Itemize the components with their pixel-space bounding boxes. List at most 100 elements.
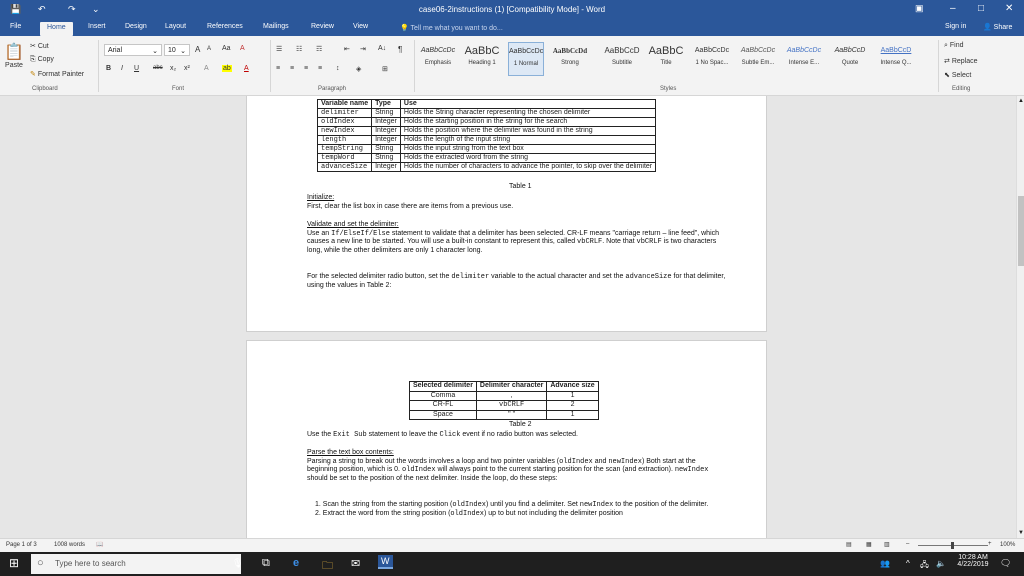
table-row: Space " " 1 [409,409,599,420]
volume-icon[interactable]: 🔈 [936,559,946,568]
table-header-row: Selected delimiter Delimiter character A… [409,381,599,392]
style-quote[interactable]: AaBbCcD Quote [832,42,868,76]
document-page-1[interactable]: Variable name Type Use delimiter String Ho… [246,96,767,332]
notifications-icon[interactable]: 🗨 [1000,558,1011,569]
bullets-icon[interactable]: ☰ [276,45,282,53]
style-subtle-emphasis[interactable]: AaBbCcDc Subtle Em... [740,42,776,76]
ribbon-divider [414,40,415,92]
grow-font-icon[interactable]: A [195,45,200,54]
file-explorer-icon[interactable]: 🗀 [322,557,333,576]
tab-view[interactable]: View [353,23,368,30]
chevron-up-icon[interactable]: ^ [906,559,910,568]
text-effects-icon[interactable]: A [204,65,209,72]
windows-start-icon[interactable]: ⊞ [9,556,19,570]
ribbon-display-icon[interactable]: ▣ [915,3,924,14]
close-button[interactable]: ✕ [1005,3,1013,14]
document-page-2[interactable]: Selected delimiter Delimiter character A… [246,340,767,538]
underline-button[interactable]: U [134,65,139,72]
web-layout-icon[interactable]: ▥ [884,541,890,548]
style-emphasis[interactable]: AaBbCcDc Emphasis [420,42,456,76]
scroll-down-icon[interactable]: ▼ [1018,530,1024,536]
font-name-select[interactable]: Arial ⌄ [104,44,162,56]
tab-design[interactable]: Design [125,23,147,30]
line-spacing-icon[interactable]: ↕ [336,65,340,72]
borders-icon[interactable]: ⊞ [382,65,388,73]
format-painter-button[interactable]: ✎ Format Painter [30,70,84,78]
align-left-icon[interactable]: ≡ [276,65,280,72]
font-size-select[interactable]: 10 ⌄ [164,44,190,56]
change-case-icon[interactable]: Aa [222,45,231,52]
style-subtitle[interactable]: AaBbCcD Subtitle [604,42,640,76]
tab-home[interactable]: Home [40,22,73,36]
task-view-icon[interactable]: ⧉ [262,557,270,570]
style-strong[interactable]: AaBbCcDd Strong [552,42,588,76]
zoom-slider[interactable] [918,542,988,549]
style-no-spacing[interactable]: AaBbCcDc 1 No Spac... [694,42,730,76]
font-color-icon[interactable]: A [244,65,249,72]
style-normal[interactable]: AaBbCcDc 1 Normal [508,42,544,76]
highlight-icon[interactable]: ab [222,65,232,72]
taskbar-search-box[interactable]: ○ Type here to search [31,554,241,574]
italic-button[interactable]: I [121,65,123,72]
tab-review[interactable]: Review [311,23,334,30]
bold-button[interactable]: B [106,65,111,72]
microphone-icon[interactable]: 🎙 [232,558,243,569]
tab-layout[interactable]: Layout [165,23,186,30]
numbering-icon[interactable]: ☷ [296,45,302,53]
justify-icon[interactable]: ≡ [318,65,322,72]
style-title[interactable]: AaBbC Title [648,42,684,76]
word-app-icon[interactable]: W [378,555,393,569]
decrease-indent-icon[interactable]: ⇤ [344,45,350,53]
zoom-out-icon[interactable]: – [906,541,909,547]
vertical-scrollbar[interactable]: ▲ ▼ [1016,96,1024,538]
maximize-button[interactable]: □ [978,3,984,14]
shading-icon[interactable]: ◈ [356,65,361,73]
tab-references[interactable]: References [207,23,243,30]
find-button[interactable]: ⌕ Find [944,42,964,50]
style-intense-quote[interactable]: AaBbCcD Intense Q... [878,42,914,76]
copy-button[interactable]: ⎘ Copy [30,56,54,64]
word-count[interactable]: 1008 words [54,542,85,548]
zoom-in-icon[interactable]: + [988,541,992,547]
edge-icon[interactable]: e [293,557,299,569]
sort-icon[interactable]: A↓ [378,45,386,52]
ribbon-divider [938,40,939,92]
print-layout-icon[interactable]: ▦ [866,541,872,548]
increase-indent-icon[interactable]: ⇥ [360,45,366,53]
mail-icon[interactable]: ✉ [351,557,360,570]
style-heading-1[interactable]: AaBbC Heading 1 [464,42,500,76]
scroll-up-icon[interactable]: ▲ [1018,98,1024,104]
zoom-slider-thumb[interactable] [951,542,954,549]
shrink-font-icon[interactable]: A [207,46,211,52]
proofing-icon[interactable]: 📖 [96,541,103,548]
clock[interactable]: 10:28 AM 4/22/2019 [955,554,991,568]
subscript-button[interactable]: x₂ [170,65,176,72]
align-right-icon[interactable]: ≡ [304,65,308,72]
select-button[interactable]: ⬉ Select [944,71,971,79]
scroll-thumb[interactable] [1018,196,1024,266]
superscript-button[interactable]: x² [184,65,190,72]
read-mode-icon[interactable]: ▤ [846,541,852,548]
minimize-button[interactable]: – [950,3,956,14]
tab-file[interactable]: File [10,23,21,30]
paste-button[interactable]: 📋 Paste [4,44,24,69]
share-button[interactable]: 👤 Share [983,23,1012,31]
strikethrough-button[interactable]: abc [153,65,163,71]
page-count[interactable]: Page 1 of 3 [6,542,37,548]
search-icon: ⌕ [944,42,948,49]
pilcrow-icon[interactable]: ¶ [398,45,402,54]
network-icon[interactable]: 🖧 [920,559,929,573]
steps-list: 1. Scan the string from the starting pos… [315,501,725,518]
clear-formatting-icon[interactable]: A [240,45,245,52]
zoom-level[interactable]: 100% [1000,542,1015,548]
align-center-icon[interactable]: ≡ [290,65,294,72]
tell-me-box[interactable]: 💡 Tell me what you want to do... [400,24,503,32]
people-icon[interactable]: 👥 [880,559,890,568]
cut-button[interactable]: ✂ Cut [30,42,49,50]
tab-mailings[interactable]: Mailings [263,23,289,30]
multilevel-list-icon[interactable]: ☶ [316,45,322,53]
style-intense-emphasis[interactable]: AaBbCcDc Intense E... [786,42,822,76]
sign-in-link[interactable]: Sign in [945,23,966,30]
tab-insert[interactable]: Insert [88,23,106,30]
replace-button[interactable]: ⇄ Replace [944,57,978,65]
